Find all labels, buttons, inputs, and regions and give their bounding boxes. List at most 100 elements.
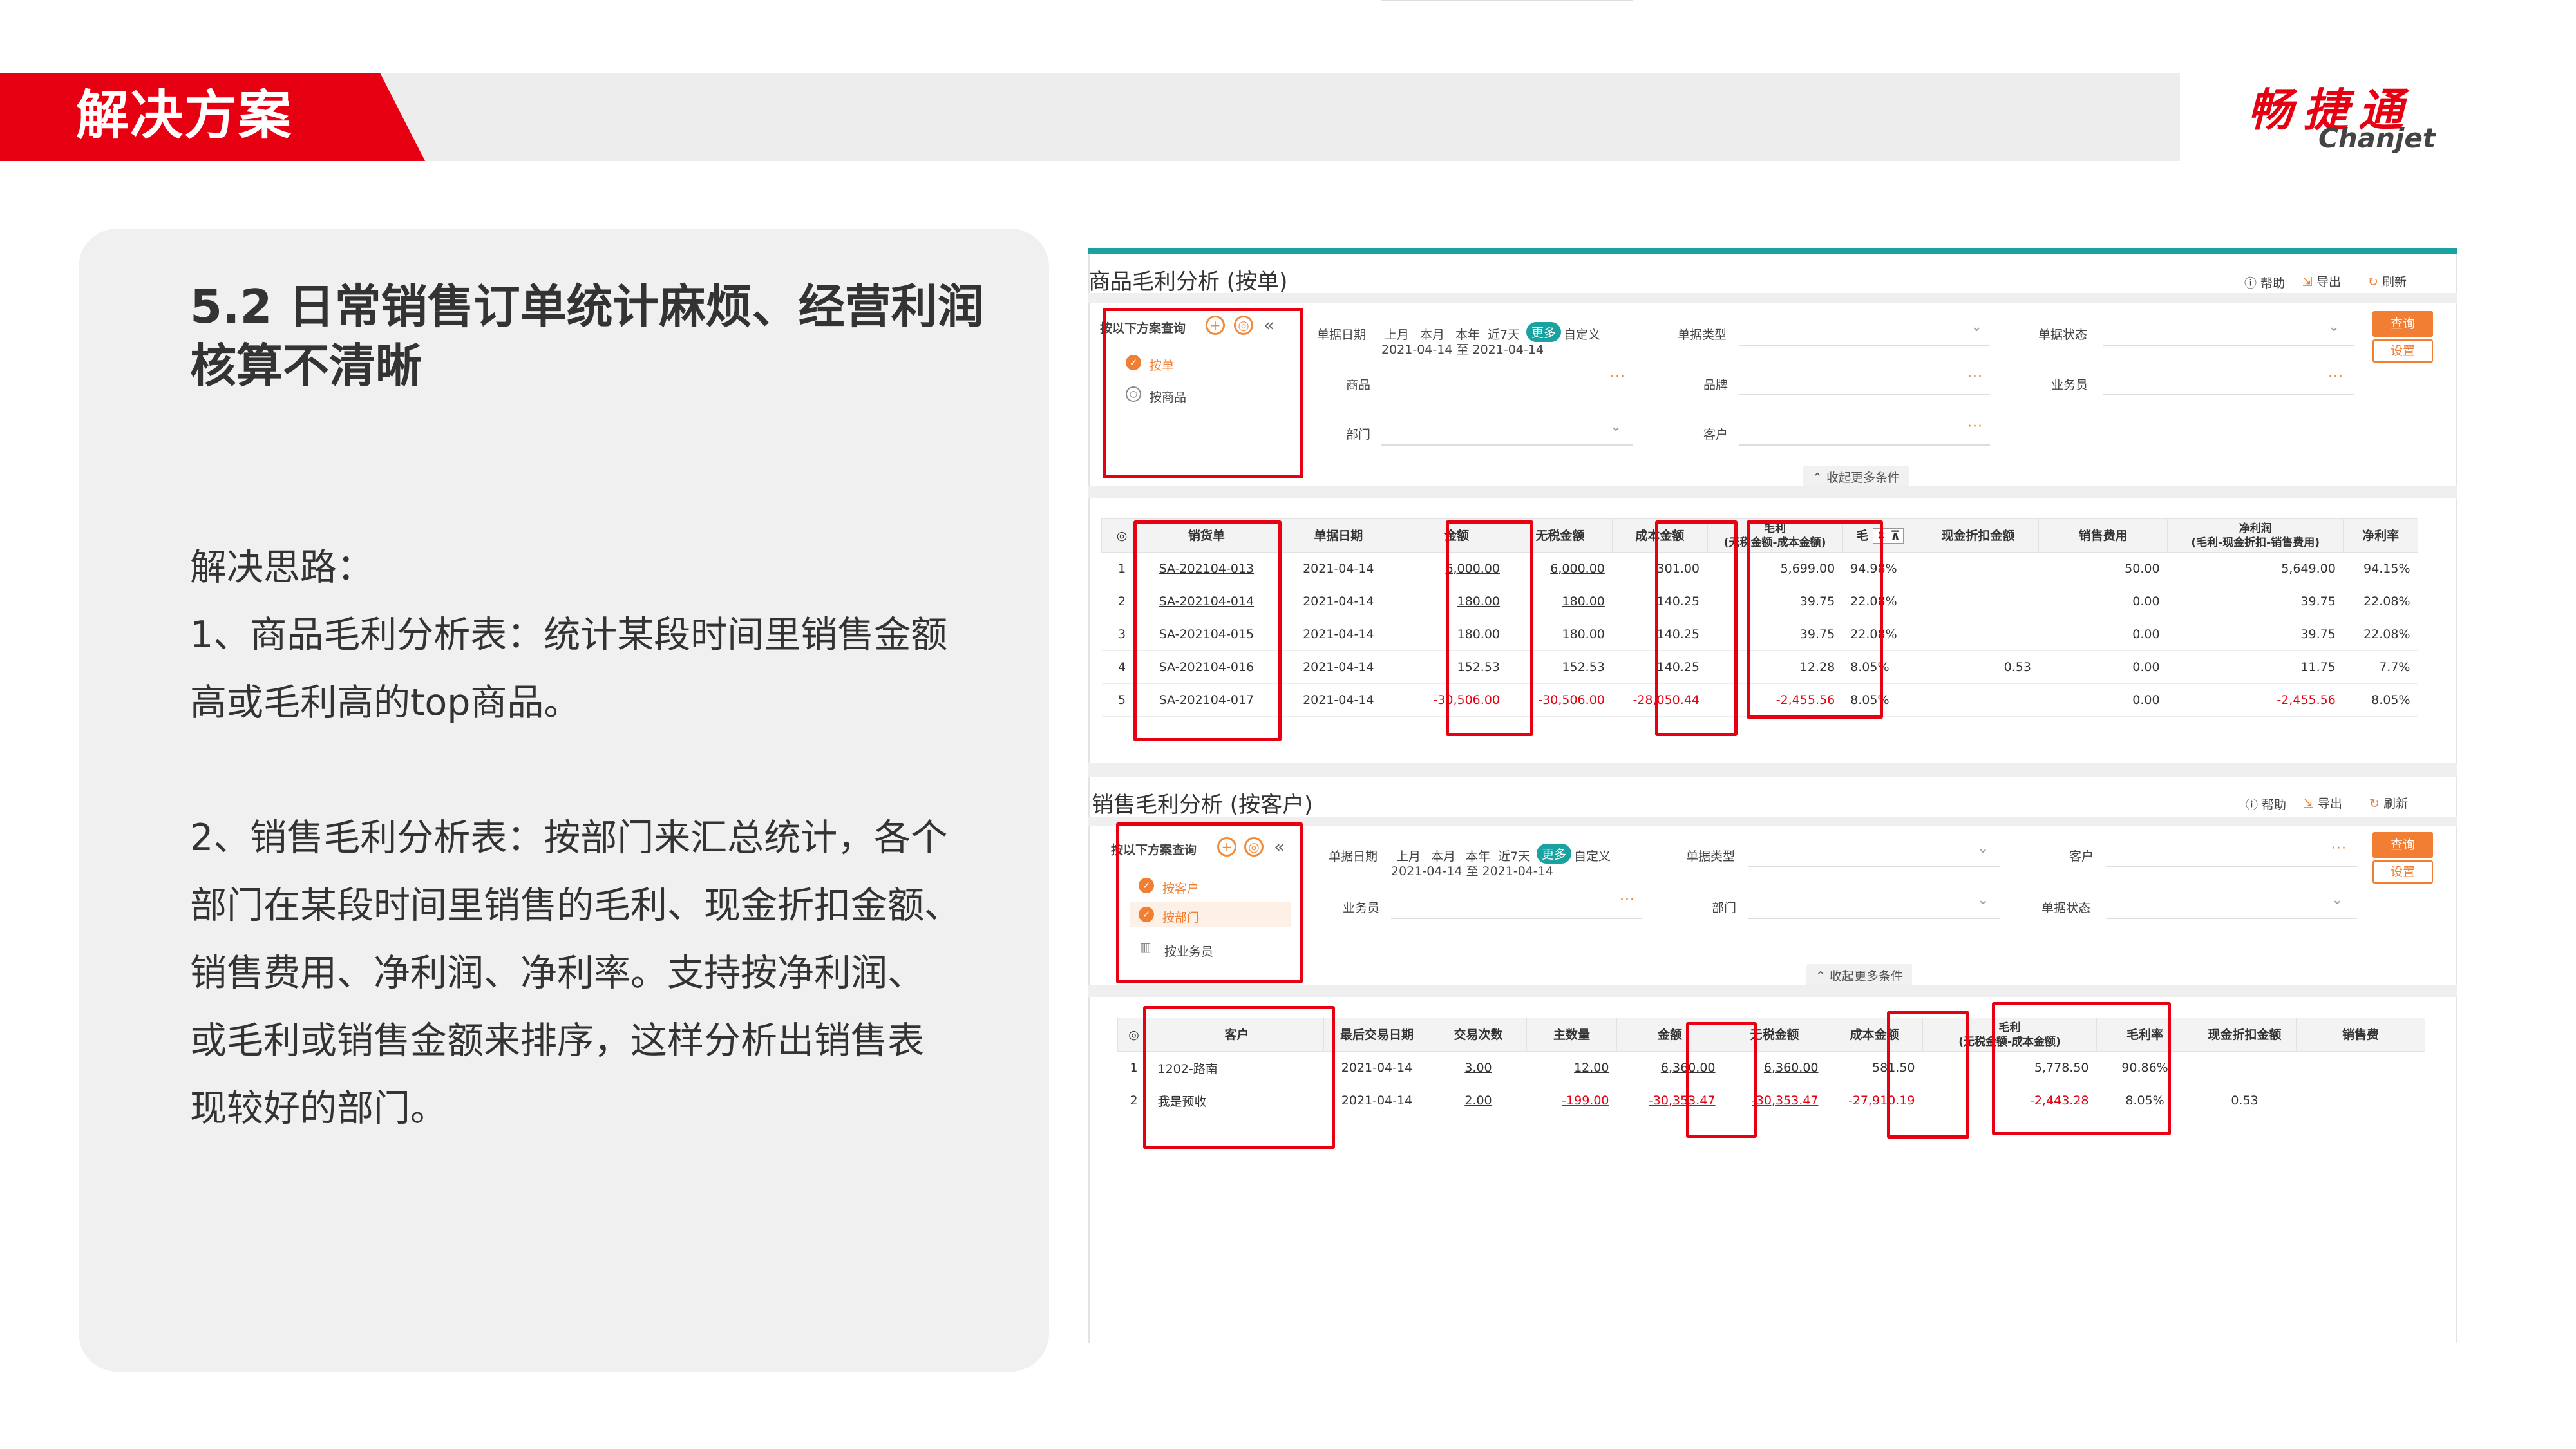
doc-date: 2021-04-14 (1271, 650, 1406, 684)
w2-collapse-label: 收起更多条件 (1829, 969, 1903, 983)
w1-status-field[interactable] (2103, 345, 2354, 346)
doc-date: 2021-04-14 (1271, 618, 1406, 651)
w2-doctype-label: 单据类型 (1686, 849, 1736, 864)
w2-dept-field[interactable] (1748, 918, 2000, 919)
body-line-7: 或毛利或销售金额来排序，这样分析出销售表 (190, 1019, 924, 1062)
w1-customer-more-icon[interactable]: ··· (1967, 419, 1983, 435)
w1-product-field[interactable] (1381, 0, 1633, 1)
w1-status-label: 单据状态 (2038, 328, 2088, 342)
w2-customer-field[interactable] (2106, 866, 2357, 867)
w1-brand-field[interactable] (1739, 394, 1990, 395)
w2-date-label: 单据日期 (1329, 849, 1378, 864)
w1-export-label: 导出 (2316, 275, 2341, 289)
w1-customer-field[interactable] (1739, 444, 1990, 446)
last-trade-date: 2021-04-14 (1323, 1084, 1430, 1117)
w2-period-more[interactable]: 更多 (1537, 844, 1572, 864)
w2-dept-chevron-icon[interactable]: ⌄ (1977, 892, 1989, 908)
main-quantity[interactable]: 12.00 (1526, 1051, 1617, 1084)
w1-product-label: 商品 (1346, 378, 1371, 392)
sales-fee: 0.00 (2038, 650, 2168, 684)
w1-salesman-field[interactable] (2103, 394, 2354, 395)
w2-col-times[interactable]: 交易次数 (1430, 1018, 1527, 1052)
w2-export-button[interactable]: ⇲ 导出 (2304, 794, 2342, 811)
w1-salesman-label: 业务员 (2051, 378, 2088, 392)
trade-times[interactable]: 2.00 (1430, 1084, 1527, 1117)
cash-discount (1917, 618, 2039, 651)
w2-customer-more-icon[interactable]: ··· (2331, 840, 2347, 857)
highlight-w2-cost-col (1887, 1011, 1969, 1139)
w2-divider-2 (1088, 985, 2457, 997)
w1-doctype-label: 单据类型 (1678, 328, 1727, 342)
w1-period-custom[interactable]: 自定义 (1564, 325, 1600, 343)
w2-refresh-button[interactable]: ↻ 刷新 (2369, 794, 2408, 811)
w2-col-qty[interactable]: 主数量 (1526, 1018, 1617, 1052)
w1-query-button[interactable]: 查询 (2372, 311, 2433, 337)
cash-discount (1917, 683, 2039, 717)
w1-brand-more-icon[interactable]: ··· (1967, 369, 1983, 385)
net-rate: 94.15% (2343, 552, 2418, 585)
w1-col-fee[interactable]: 销售费用 (2038, 518, 2168, 553)
w1-collapse-label: 收起更多条件 (1826, 471, 1900, 485)
w1-period-more[interactable]: 更多 (1526, 322, 1562, 342)
cash-discount (2193, 1051, 2297, 1084)
w1-col-disc[interactable]: 现金折扣金额 (1917, 518, 2040, 553)
highlight-w2-scheme (1116, 822, 1303, 983)
w1-divider-2 (1088, 486, 2457, 498)
w2-date-range: 2021-04-14 至 2021-04-14 (1391, 864, 1553, 878)
w1-doctype-chevron-icon[interactable]: ⌄ (1971, 319, 1982, 335)
net-rate: 22.08% (2343, 618, 2418, 651)
w1-refresh-button[interactable]: ↻ 刷新 (2368, 272, 2407, 290)
w2-col-disc[interactable]: 现金折扣金额 (2193, 1018, 2297, 1052)
w1-help-button[interactable]: ⓘ 帮助 (2244, 274, 2285, 291)
w1-dept-chevron-icon[interactable]: ⌄ (1610, 419, 1622, 435)
w1-product-more-icon[interactable]: ··· (1610, 369, 1625, 385)
w1-col-prate[interactable]: 净利率 (2343, 518, 2418, 553)
w2-salesman-more-icon[interactable]: ··· (1620, 892, 1635, 908)
w2-salesman-field[interactable] (1391, 918, 1642, 919)
trade-times[interactable]: 3.00 (1430, 1051, 1527, 1084)
cash-discount (1917, 552, 2039, 585)
w1-salesman-more-icon[interactable]: ··· (2328, 369, 2344, 385)
w2-status-chevron-icon[interactable]: ⌄ (2331, 892, 2343, 908)
refresh-icon: ↻ (2368, 275, 2378, 289)
w1-export-button[interactable]: ⇲ 导出 (2302, 272, 2341, 290)
w1-col-date[interactable]: 单据日期 (1270, 518, 1406, 553)
w1-help-label: 帮助 (2260, 276, 2286, 290)
w2-doctype-chevron-icon[interactable]: ⌄ (1977, 840, 1989, 857)
w2-status-field[interactable] (2106, 918, 2357, 919)
w1-dept-field[interactable] (1381, 444, 1633, 446)
net-rate: 22.08% (2343, 585, 2418, 618)
w2-top-gap (1088, 763, 2457, 777)
highlight-w1-gross-col (1747, 520, 1883, 719)
body-line-5: 部门在某段时间里销售的毛利、现金折扣金额、 (190, 884, 961, 927)
export-icon: ⇲ (2302, 275, 2313, 289)
w2-period-custom[interactable]: 自定义 (1574, 847, 1611, 864)
w2-collapse-button[interactable]: ⌃ 收起更多条件 (1806, 964, 1912, 987)
sales-fee (2296, 1051, 2425, 1084)
w1-status-chevron-icon[interactable]: ⌄ (2328, 319, 2340, 335)
body-line-4: 2、销售毛利分析表：按部门来汇总统计，各个 (190, 817, 948, 859)
w2-help-label: 帮助 (2262, 798, 2287, 812)
w1-doctype-field[interactable] (1739, 345, 1990, 346)
w1-divider (1088, 293, 2457, 303)
w2-doctype-field[interactable] (1748, 866, 2000, 867)
w2-col-fee[interactable]: 销售费 (2296, 1018, 2425, 1052)
net-profit: -2,455.56 (2167, 683, 2344, 717)
refresh-icon: ↻ (2369, 797, 2380, 811)
w1-col-profit[interactable]: 净利润 (毛利-现金折扣-销售费用) (2167, 518, 2344, 553)
sales-fee: 50.00 (2038, 552, 2168, 585)
w1-settings-button[interactable]: 设置 (2372, 339, 2433, 363)
w2-query-button[interactable]: 查询 (2372, 832, 2433, 858)
slide: 解决方案 畅捷通 Chanjet 5.2 日常销售订单统计麻烦、经营利润核算不清… (0, 0, 2576, 1449)
body-line-6: 销售费用、净利润、净利率。支持按净利润、 (190, 952, 924, 994)
main-quantity[interactable]: -199.00 (1526, 1084, 1617, 1117)
w1-collapse-button[interactable]: ⌃ 收起更多条件 (1803, 466, 1909, 488)
sales-fee (2296, 1084, 2425, 1117)
w1-customer-label: 客户 (1703, 428, 1728, 442)
w2-settings-button[interactable]: 设置 (2372, 860, 2433, 884)
w2-help-button[interactable]: ⓘ 帮助 (2246, 795, 2286, 813)
w2-col-date[interactable]: 最后交易日期 (1323, 1018, 1430, 1052)
w2-title: 销售毛利分析 (按客户) (1092, 792, 1313, 818)
w2-salesman-label: 业务员 (1343, 901, 1380, 915)
logo-english: Chanjet (2318, 122, 2436, 154)
